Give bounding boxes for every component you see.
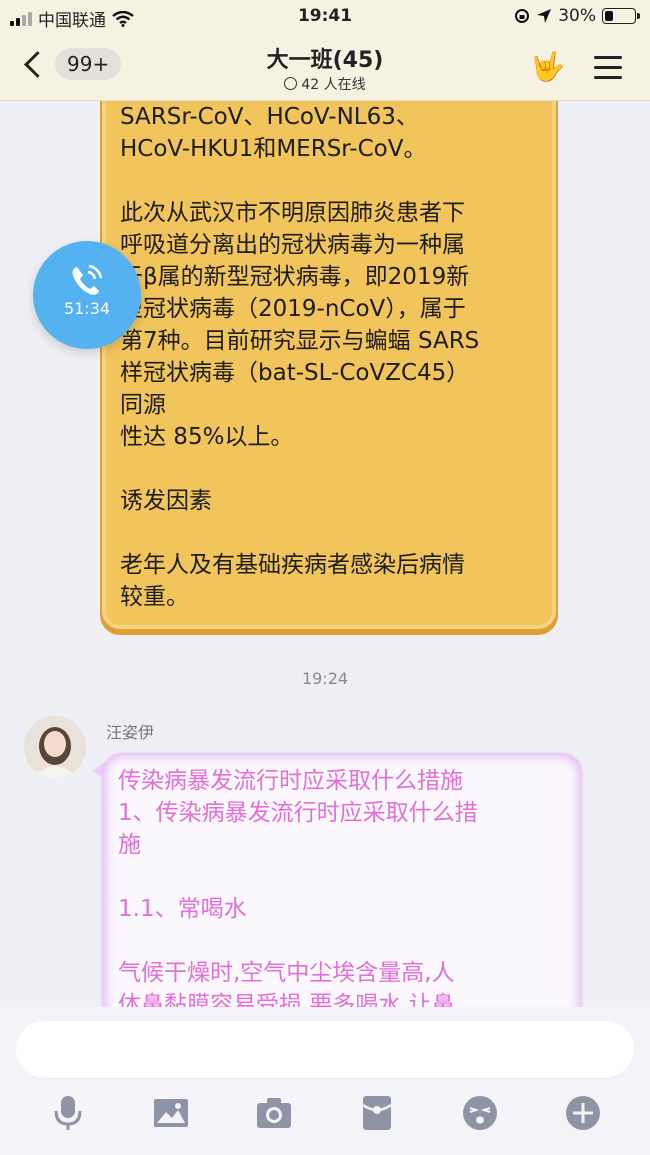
- location-icon: [537, 9, 552, 23]
- avatar[interactable]: [24, 716, 86, 778]
- composer: [0, 1007, 650, 1155]
- message-input[interactable]: [16, 1021, 634, 1077]
- hand-gesture-icon[interactable]: 🤟: [530, 50, 565, 84]
- emoji-icon[interactable]: [460, 1093, 500, 1133]
- voice-call-float-button[interactable]: 51:34: [33, 241, 141, 349]
- plus-icon[interactable]: [563, 1093, 603, 1133]
- status-right: 30%: [514, 6, 640, 26]
- message-list[interactable]: ，即HCoV-229E、HCoV-OC43、 SARSr-CoV、HCoV-NL…: [0, 101, 650, 1007]
- phone-icon: [72, 264, 103, 295]
- online-status-icon: [284, 77, 298, 90]
- image-icon[interactable]: [151, 1093, 191, 1133]
- sender-name: 汪姿伊: [106, 723, 155, 742]
- chat-header: 99+ 大一班(45) 42 人在线 🤟: [0, 34, 650, 101]
- camera-icon[interactable]: [254, 1093, 294, 1133]
- menu-icon[interactable]: [594, 56, 622, 86]
- rotation-lock-icon: [515, 9, 530, 23]
- message-bubble-yellow[interactable]: ，即HCoV-229E、HCoV-OC43、 SARSr-CoV、HCoV-NL…: [100, 101, 558, 631]
- battery-level: [605, 11, 613, 21]
- call-duration: 51:34: [63, 299, 111, 318]
- status-bar: 中国联通 19:41 30%: [0, 0, 650, 34]
- microphone-icon[interactable]: [48, 1093, 88, 1133]
- composer-toolbar: [0, 1093, 650, 1137]
- message-timestamp: 19:24: [301, 669, 349, 688]
- battery-icon: [602, 8, 640, 24]
- message-text: ，即HCoV-229E、HCoV-OC43、 SARSr-CoV、HCoV-NL…: [120, 104, 480, 610]
- message-bubble-pink[interactable]: 传染病暴发流行时应采取什么措施 1、传染病暴发流行时应采取什么措 施 1.1、常…: [102, 753, 582, 1007]
- battery-percent: 30%: [558, 6, 596, 26]
- red-packet-icon[interactable]: [357, 1093, 397, 1133]
- message-text: 传染病暴发流行时应采取什么措施 1、传染病暴发流行时应采取什么措 施 1.1、常…: [118, 768, 478, 1007]
- online-count-label: 42 人在线: [301, 77, 366, 93]
